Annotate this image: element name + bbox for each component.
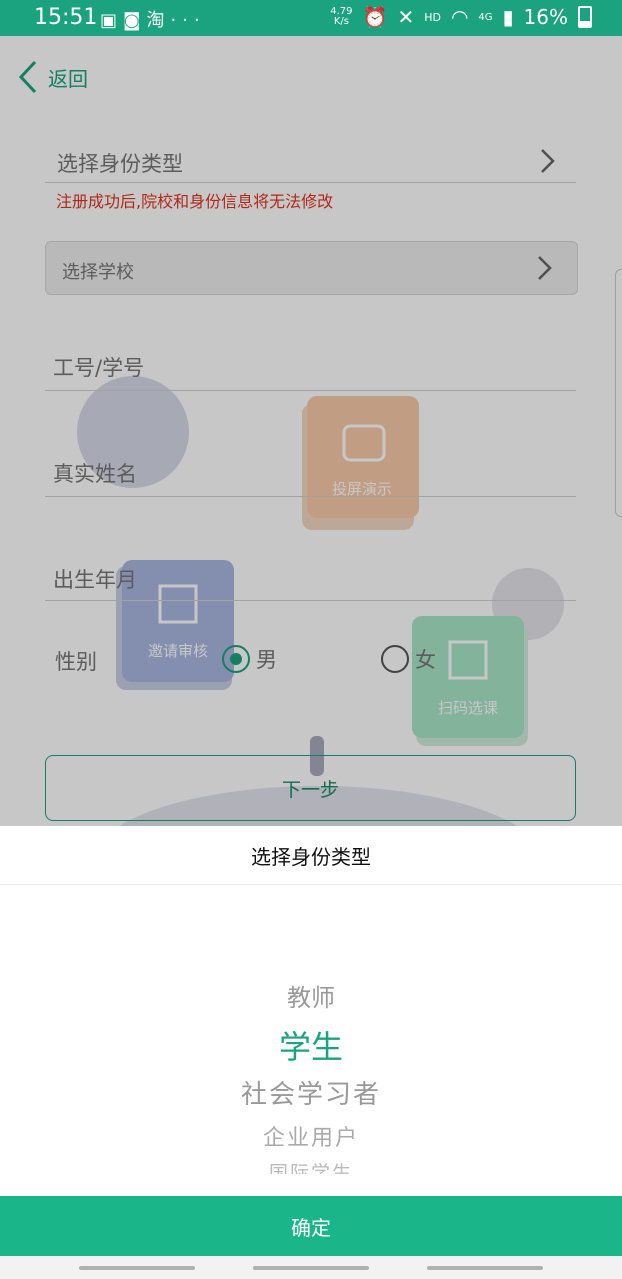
picker-clip: 国际学生: [0, 1158, 622, 1174]
gender-label: 性别: [55, 650, 97, 674]
network-speed: 4.79 K/s: [330, 6, 353, 27]
wifi-icon: ◠: [450, 5, 469, 29]
chevron-right-icon: [538, 256, 552, 280]
gender-male-radio[interactable]: 男: [222, 644, 277, 674]
picker-title: 选择身份类型: [0, 826, 622, 885]
picker-option-selected[interactable]: 学生: [0, 1022, 622, 1068]
back-button[interactable]: 返回: [18, 60, 88, 94]
identity-type-selector[interactable]: 选择身份类型: [45, 136, 576, 183]
notification-icons: ▣◙淘···: [100, 6, 206, 32]
id-number-placeholder: 工号/学号: [53, 356, 145, 380]
picker-option[interactable]: 国际学生: [0, 1158, 622, 1174]
hd-badge: HD: [424, 10, 441, 24]
chevron-left-icon: [18, 60, 37, 94]
more-icon: ···: [170, 10, 206, 31]
real-name-field[interactable]: 真实姓名: [45, 442, 576, 497]
radio-unchecked-icon: [381, 645, 409, 673]
gender-male-label: 男: [256, 648, 277, 672]
card-scan-select-label: 扫码选课: [438, 699, 499, 717]
identity-picker-sheet: 选择身份类型 教师 学生 社会学习者 企业用户 国际学生 确定: [0, 826, 622, 1279]
chevron-right-icon: [541, 149, 555, 173]
status-bar: 15:51 ▣◙淘··· 4.79 K/s ⏰ ✕ HD ◠ 4G ▮ 16%: [0, 0, 622, 36]
next-step-button[interactable]: 下一步: [45, 755, 576, 821]
picker-option[interactable]: 教师: [0, 978, 622, 1013]
birth-date-field[interactable]: 出生年月: [45, 546, 576, 601]
network-type: 4G: [478, 11, 493, 23]
warning-text: 注册成功后,院校和身份信息将无法修改: [56, 192, 334, 211]
nav-recent-handle[interactable]: [79, 1266, 195, 1270]
image-icon: ▣: [100, 10, 124, 31]
picker-option[interactable]: 社会学习者: [0, 1074, 622, 1111]
clock: 15:51: [34, 5, 98, 30]
radio-checked-icon: [222, 645, 250, 673]
card-invite-review-label: 邀请审核: [148, 642, 209, 660]
side-edge-handle[interactable]: [615, 269, 622, 517]
shopping-bag-icon: ◙: [123, 10, 147, 31]
real-name-placeholder: 真实姓名: [53, 462, 137, 486]
battery-level: 16%: [523, 5, 568, 29]
confirm-button[interactable]: 确定: [0, 1196, 622, 1256]
alarm-icon: ⏰: [362, 5, 388, 29]
picker-option[interactable]: 企业用户: [0, 1120, 622, 1152]
birth-date-placeholder: 出生年月: [53, 568, 137, 592]
id-number-field[interactable]: 工号/学号: [45, 336, 576, 391]
school-selector[interactable]: 选择学校: [45, 241, 578, 295]
system-nav-bar: [0, 1256, 622, 1279]
system-icons: 4.79 K/s ⏰ ✕ HD ◠ 4G ▮ 16%: [330, 5, 592, 29]
gender-female-label: 女: [415, 648, 436, 672]
mute-icon: ✕: [397, 5, 415, 29]
nav-back-handle[interactable]: [427, 1266, 543, 1270]
gender-female-radio[interactable]: 女: [381, 644, 436, 674]
registration-page: 投屏演示 邀请审核 扫码选课 返回 选择身份类型 注册成功后,院校和身份信息将无…: [0, 36, 622, 826]
identity-type-placeholder: 选择身份类型: [57, 152, 183, 176]
back-label: 返回: [48, 66, 88, 91]
battery-icon: [578, 6, 592, 28]
nav-home-handle[interactable]: [253, 1266, 369, 1270]
signal-icon: ▮: [502, 5, 514, 29]
school-placeholder: 选择学校: [62, 262, 134, 283]
taobao-icon: 淘: [146, 10, 171, 31]
